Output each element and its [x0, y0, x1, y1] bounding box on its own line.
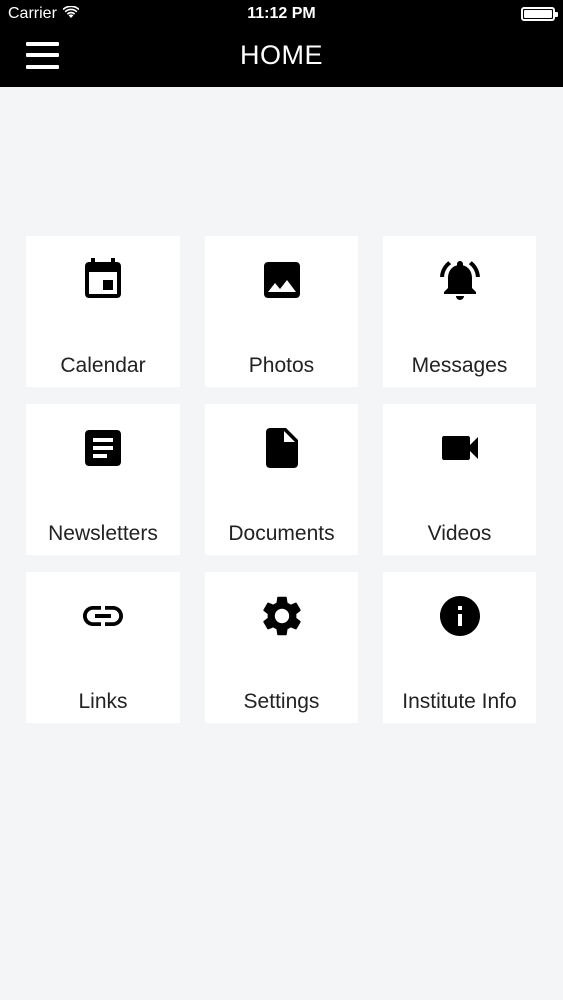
tile-label: Settings	[243, 690, 320, 713]
tile-settings[interactable]: Settings	[205, 572, 358, 723]
tile-links[interactable]: Links	[26, 572, 180, 723]
tile-label: Institute Info	[402, 690, 517, 713]
tile-label: Calendar	[60, 354, 146, 377]
calendar-icon	[26, 256, 180, 304]
status-bar: Carrier 11:12 PM	[0, 0, 563, 28]
tile-messages[interactable]: Messages	[383, 236, 536, 387]
video-camera-icon	[383, 424, 536, 472]
photo-icon	[205, 256, 358, 304]
tile-label: Links	[78, 690, 128, 713]
tile-videos[interactable]: Videos	[383, 404, 536, 555]
tile-label: Documents	[228, 522, 335, 545]
tile-newsletters[interactable]: Newsletters	[26, 404, 180, 555]
page-title: HOME	[240, 40, 323, 70]
tile-institute-info[interactable]: Institute Info	[383, 572, 536, 723]
gear-icon	[205, 592, 358, 640]
info-icon	[383, 592, 536, 640]
article-icon	[26, 424, 180, 472]
tile-calendar[interactable]: Calendar	[26, 236, 180, 387]
tile-label: Photos	[248, 354, 315, 377]
document-icon	[205, 424, 358, 472]
battery-icon	[521, 7, 558, 21]
home-menu-grid: Calendar Photos Messages Newsletters Doc…	[26, 236, 537, 723]
link-icon	[26, 592, 180, 640]
tile-label: Messages	[411, 354, 508, 377]
bell-icon	[383, 256, 536, 304]
top-bar: Carrier 11:12 PM HOME	[0, 0, 563, 87]
tile-documents[interactable]: Documents	[205, 404, 358, 555]
tile-label: Videos	[427, 522, 492, 545]
status-time: 11:12 PM	[247, 5, 316, 22]
tile-label: Newsletters	[48, 522, 158, 545]
tile-photos[interactable]: Photos	[205, 236, 358, 387]
